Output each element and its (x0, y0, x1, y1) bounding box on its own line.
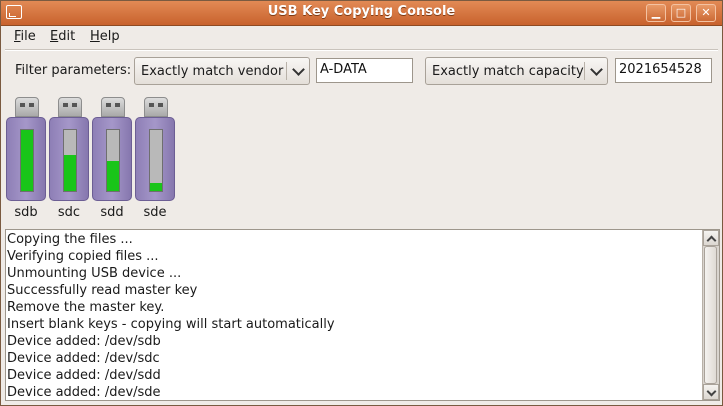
drive-sde[interactable]: sde (135, 97, 175, 223)
menu-bar: File Edit Help (1, 26, 722, 48)
log-line: Verifying copied files ... (7, 249, 159, 264)
progress-fill (64, 155, 76, 191)
usb-key-icon (92, 117, 132, 201)
capacity-mode-select[interactable]: Exactly match capacity (425, 57, 608, 85)
usb-key-icon (49, 117, 89, 201)
scroll-down-button[interactable] (703, 384, 719, 400)
drive-sdb[interactable]: sdb (6, 97, 46, 223)
log-line: Insert blank keys - copying will start a… (7, 317, 335, 332)
usb-connector-icon (58, 97, 82, 117)
vertical-scrollbar[interactable] (702, 230, 719, 400)
usb-connector-icon (15, 97, 39, 117)
progress-fill (107, 161, 119, 191)
scrollbar-thumb[interactable] (704, 246, 717, 384)
drive-label: sde (143, 205, 167, 220)
close-icon: ✕ (701, 6, 711, 19)
log-line: Device added: /dev/sdd (7, 368, 161, 383)
log-line: Successfully read master key (7, 283, 198, 298)
drive-sdc[interactable]: sdc (49, 97, 89, 223)
chevron-down-icon (292, 63, 305, 76)
log-line: Device added: /dev/sde (7, 385, 161, 399)
progress-bar (106, 129, 120, 192)
scroll-up-button[interactable] (703, 230, 719, 246)
close-button[interactable]: ✕ (696, 4, 716, 22)
menu-separator (5, 49, 718, 51)
chevron-up-icon (706, 235, 717, 246)
chevron-down-icon (706, 386, 717, 397)
vendor-field[interactable] (316, 58, 413, 83)
log-line: Copying the files ... (7, 232, 133, 247)
log-line: Device added: /dev/sdc (7, 351, 160, 366)
menu-file[interactable]: File (14, 29, 36, 44)
minimize-icon: ▁ (651, 6, 661, 19)
usb-key-icon (6, 117, 46, 201)
vendor-mode-value: Exactly match vendor (141, 64, 284, 79)
usb-connector-icon (101, 97, 125, 117)
filter-label: Filter parameters: (15, 63, 132, 78)
log-view[interactable]: Copying the files ... Verifying copied f… (5, 229, 720, 401)
filter-row: Filter parameters: Exactly match vendor … (1, 56, 722, 86)
drive-panel: sdb sdc sdd sde (1, 97, 401, 225)
title-bar[interactable]: USB Key Copying Console ▁ □ ✕ (1, 1, 722, 26)
log-line: Device added: /dev/sdb (7, 334, 161, 349)
log-lines: Copying the files ... Verifying copied f… (7, 231, 700, 399)
capacity-mode-value: Exactly match capacity (432, 64, 584, 79)
window-title: USB Key Copying Console (267, 4, 456, 19)
maximize-button[interactable]: □ (671, 4, 691, 22)
progress-bar (20, 129, 34, 192)
chevron-down-icon (590, 63, 603, 76)
capacity-input[interactable] (619, 62, 705, 77)
capacity-field[interactable] (615, 58, 712, 83)
usb-key-icon (135, 117, 175, 201)
log-line: Unmounting USB device ... (7, 266, 182, 281)
minimize-button[interactable]: ▁ (646, 4, 666, 22)
app-window: USB Key Copying Console ▁ □ ✕ File Edit … (0, 0, 723, 406)
log-line: Remove the master key. (7, 300, 165, 315)
vendor-input[interactable] (320, 62, 406, 77)
usb-connector-icon (144, 97, 168, 117)
drive-sdd[interactable]: sdd (92, 97, 132, 223)
progress-bar (149, 129, 163, 192)
progress-fill (150, 183, 162, 191)
progress-fill (21, 130, 33, 191)
progress-bar (63, 129, 77, 192)
menu-edit[interactable]: Edit (50, 29, 75, 44)
menu-help[interactable]: Help (90, 29, 120, 44)
maximize-icon: □ (675, 6, 687, 19)
vendor-mode-select[interactable]: Exactly match vendor (134, 57, 310, 85)
